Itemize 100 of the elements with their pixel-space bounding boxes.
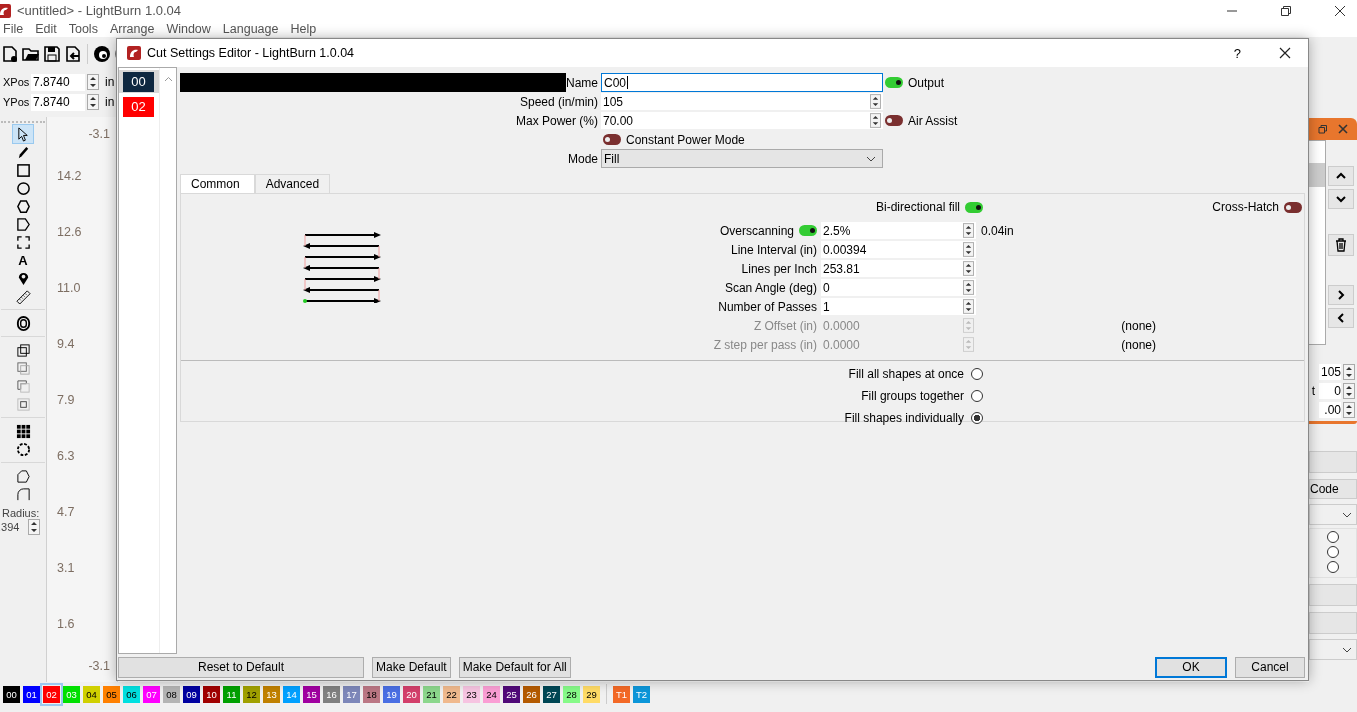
toggle-switch[interactable] [885, 77, 903, 88]
menu-item[interactable]: Window [161, 22, 218, 36]
color-swatch[interactable]: 17 [343, 685, 360, 703]
number-field[interactable]: 0 [1319, 383, 1341, 399]
close-icon[interactable] [1279, 47, 1291, 59]
mode-dropdown[interactable]: Fill [601, 149, 883, 168]
menu-item[interactable]: Help [285, 22, 324, 36]
position-field[interactable]: 7.8740 [31, 73, 85, 91]
spin-arrows-icon[interactable] [963, 299, 974, 314]
toggle-switch[interactable] [965, 201, 983, 213]
color-swatch[interactable]: 23 [463, 685, 480, 703]
spin-buttons[interactable] [1343, 364, 1355, 380]
spin-arrows-icon[interactable] [870, 113, 881, 128]
dialog-button[interactable]: OK [1155, 656, 1227, 678]
menu-item[interactable]: File [0, 22, 31, 36]
number-field[interactable]: .00 [1319, 402, 1341, 418]
select-tool[interactable] [13, 125, 33, 143]
maximize-icon[interactable] [1280, 4, 1292, 17]
number-field[interactable]: 0.00394 [821, 241, 976, 258]
spin-arrows-icon[interactable] [963, 223, 974, 238]
delete-button[interactable] [1328, 234, 1354, 256]
radio-button[interactable] [1327, 531, 1339, 543]
number-field[interactable]: 105 [1319, 364, 1341, 380]
tab[interactable]: Advanced [254, 174, 331, 193]
color-swatch[interactable]: 24 [483, 685, 500, 703]
dialog-button[interactable]: Make Default for All [458, 656, 571, 678]
move-up-button[interactable] [1328, 166, 1354, 186]
color-swatch[interactable]: 27 [543, 685, 560, 703]
number-field[interactable]: 105 [601, 93, 883, 110]
color-swatch[interactable]: 01 [23, 685, 40, 703]
color-swatch[interactable]: 21 [423, 685, 440, 703]
color-swatch[interactable]: 00 [3, 685, 20, 703]
measure-tool[interactable] [13, 287, 33, 305]
position-field[interactable]: 7.8740 [31, 93, 85, 111]
radio-button[interactable] [1327, 561, 1339, 573]
layer-row[interactable]: 00 [119, 70, 159, 93]
name-field[interactable]: C00 [601, 73, 883, 92]
help-button[interactable]: ? [1233, 45, 1241, 61]
radio-button[interactable] [1327, 546, 1339, 558]
spin-buttons[interactable] [87, 74, 99, 90]
color-swatch[interactable]: 04 [83, 685, 100, 703]
scroll-up-icon[interactable] [163, 76, 173, 82]
toggle-switch[interactable] [603, 134, 621, 145]
color-swatch[interactable]: 20 [403, 685, 420, 703]
layer-row[interactable]: 02 [119, 95, 159, 118]
menu-item[interactable]: Language [217, 22, 286, 36]
radio-button[interactable] [971, 412, 983, 424]
move-left-button[interactable] [1328, 308, 1354, 328]
color-swatch[interactable]: 08 [163, 685, 180, 703]
number-field[interactable]: 70.00 [601, 112, 883, 129]
code-button[interactable]: Code [1309, 479, 1357, 499]
radio-button[interactable] [971, 368, 983, 380]
restore-icon[interactable] [1318, 124, 1328, 134]
dialog-button[interactable]: Cancel [1235, 656, 1305, 678]
menu-item[interactable]: Edit [30, 22, 64, 36]
number-field[interactable]: 253.81 [821, 260, 976, 277]
color-swatch[interactable]: 29 [583, 685, 600, 703]
spin-buttons[interactable] [87, 94, 99, 110]
color-swatch[interactable]: 25 [503, 685, 520, 703]
color-swatch[interactable]: 16 [323, 685, 340, 703]
close-icon[interactable] [1334, 4, 1346, 17]
toggle-switch[interactable] [885, 115, 903, 126]
save-icon[interactable] [43, 44, 61, 63]
color-swatch[interactable]: 05 [103, 685, 120, 703]
color-swatch[interactable]: 10 [203, 685, 220, 703]
color-swatch[interactable]: 15 [303, 685, 320, 703]
color-swatch[interactable]: 12 [243, 685, 260, 703]
spin-arrows-icon[interactable] [870, 94, 881, 109]
color-swatch[interactable]: 19 [383, 685, 400, 703]
dialog-button[interactable]: Make Default [372, 656, 451, 678]
radio-button[interactable] [971, 390, 983, 402]
move-down-button[interactable] [1328, 189, 1354, 209]
dialog-button[interactable]: Reset to Default [118, 656, 364, 678]
spin-buttons[interactable] [1343, 383, 1355, 399]
move-right-button[interactable] [1328, 285, 1354, 305]
color-swatch[interactable]: 09 [183, 685, 200, 703]
number-field[interactable]: 1 [821, 298, 976, 315]
import-icon[interactable] [64, 44, 82, 63]
spin-arrows-icon[interactable] [963, 280, 974, 295]
number-field[interactable]: 0 [821, 279, 976, 296]
toggle-switch[interactable] [799, 225, 817, 236]
tab[interactable]: Common [180, 174, 255, 193]
ruler-label: 14.2 [56, 168, 83, 185]
spin-arrows-icon[interactable] [963, 242, 974, 257]
spin-buttons[interactable] [1343, 402, 1355, 418]
spiral-icon[interactable] [93, 44, 111, 63]
color-swatch[interactable]: 02 [43, 685, 60, 703]
menu-item[interactable]: Arrange [104, 22, 162, 36]
color-swatch[interactable]: 22 [443, 685, 460, 703]
text-tool[interactable]: A [13, 251, 33, 269]
number-field[interactable]: 2.5% [821, 222, 976, 239]
spin-buttons[interactable] [28, 519, 40, 535]
new-file-icon[interactable] [1, 44, 19, 63]
color-swatch[interactable]: 06 [123, 685, 140, 703]
color-swatch[interactable]: 18 [363, 685, 380, 703]
menu-item[interactable]: Tools [63, 22, 105, 36]
toggle-switch[interactable] [1284, 201, 1302, 213]
color-swatch[interactable]: 28 [563, 685, 580, 703]
spin-arrows-icon[interactable] [963, 261, 974, 276]
color-swatch[interactable]: 26 [523, 685, 540, 703]
